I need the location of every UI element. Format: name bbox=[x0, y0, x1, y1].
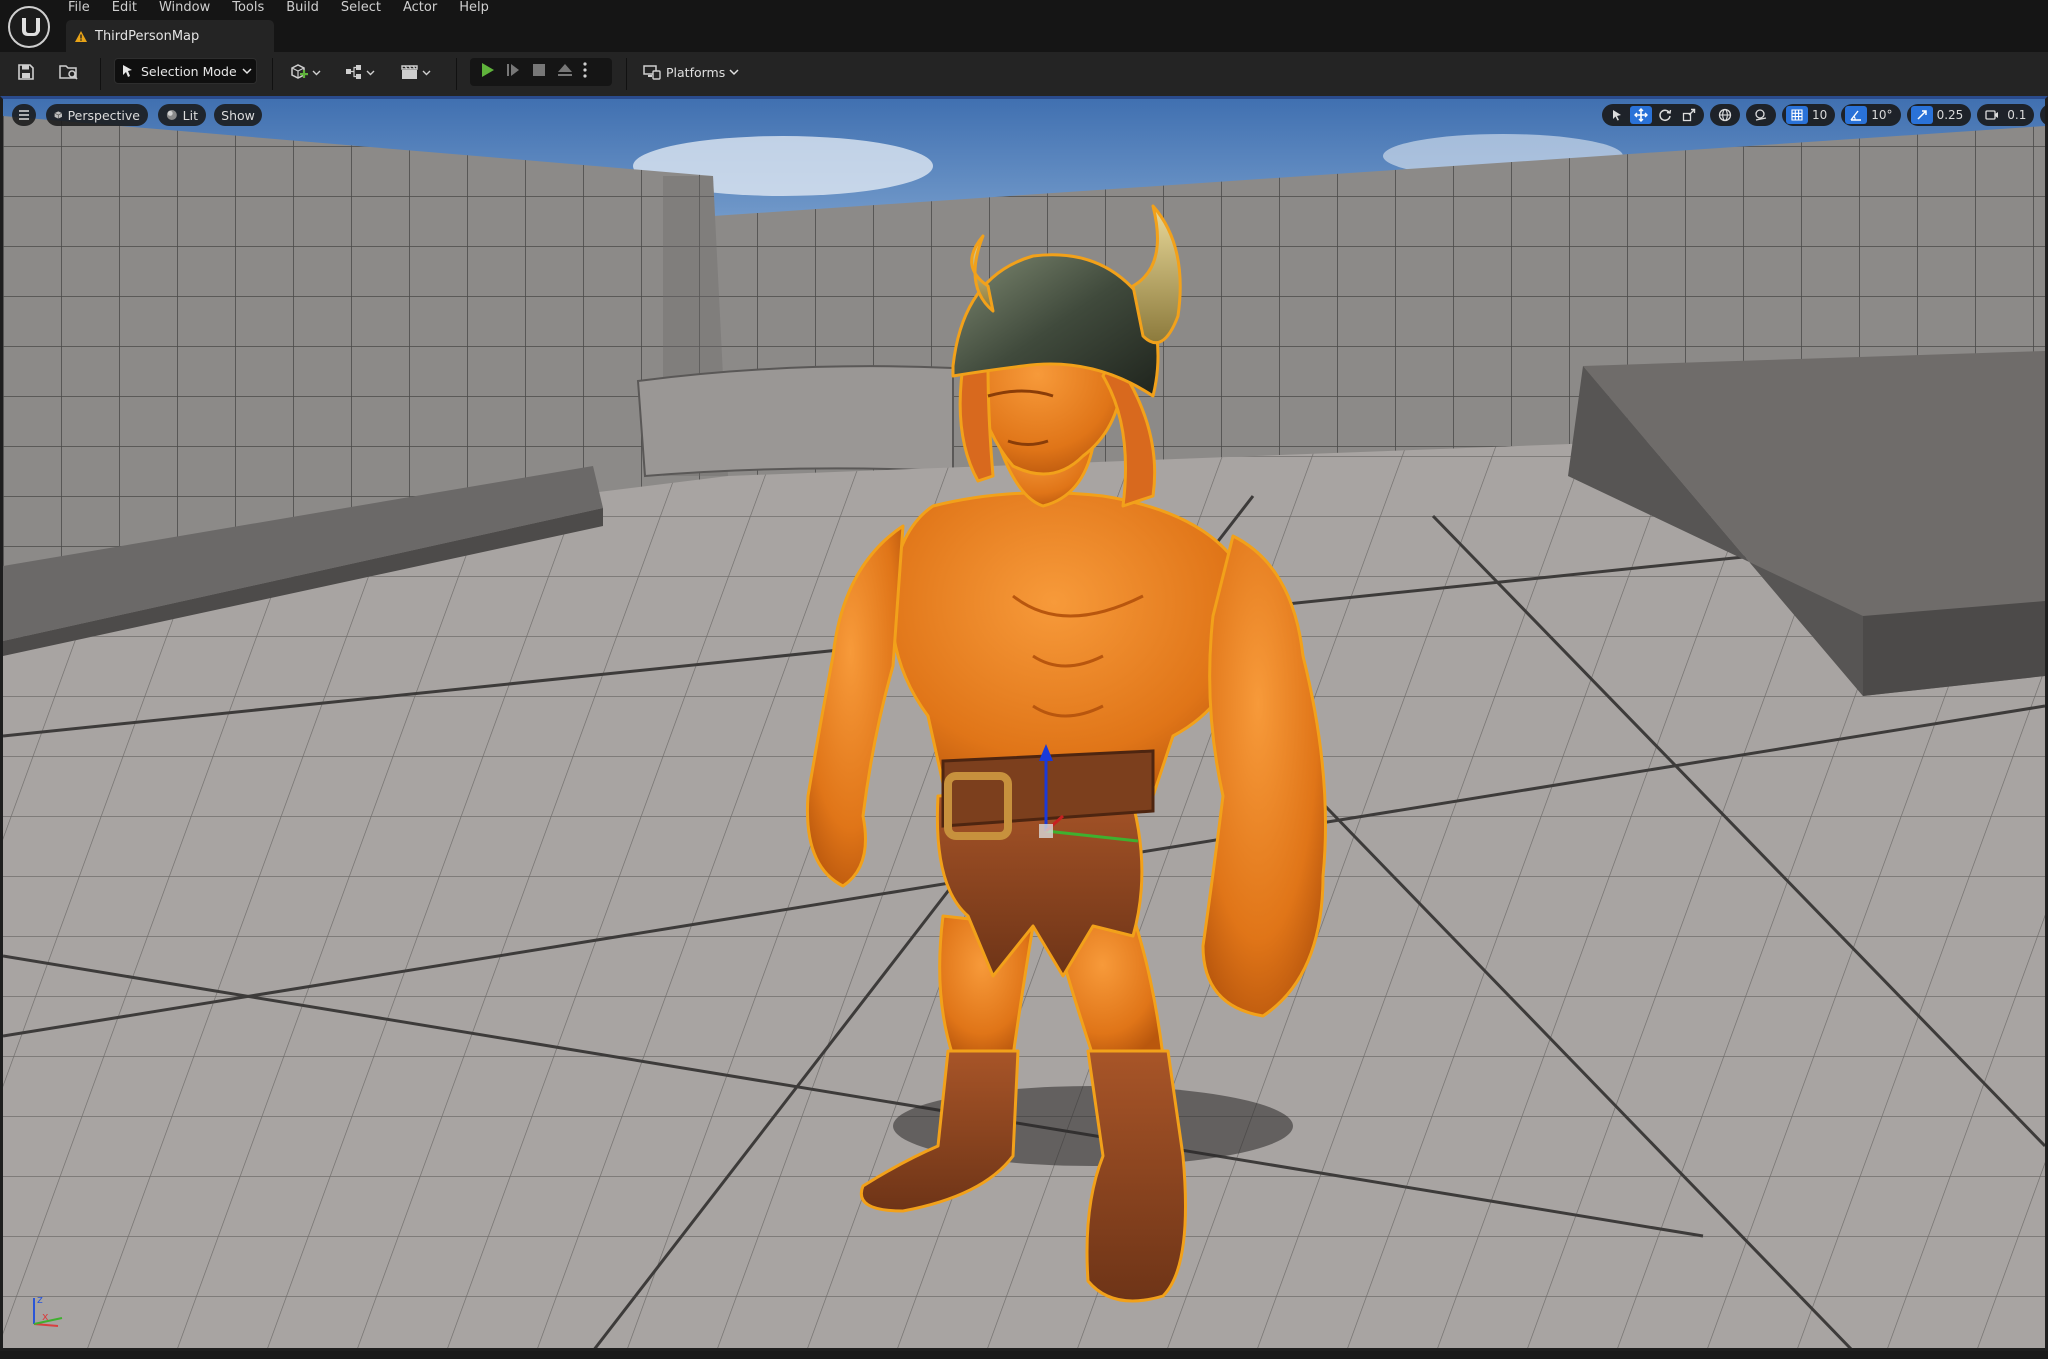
hamburger-icon bbox=[19, 110, 29, 120]
surface-snapping-button[interactable] bbox=[1750, 106, 1772, 124]
world-space-button[interactable] bbox=[1714, 106, 1736, 124]
belt bbox=[941, 749, 1155, 828]
title-bar: File Edit Window Tools Build Select Acto… bbox=[0, 0, 2048, 52]
tab-third-person-map[interactable]: ThirdPersonMap bbox=[66, 20, 274, 52]
cursor-icon bbox=[1613, 110, 1621, 121]
show-label: Show bbox=[221, 107, 255, 123]
perspective-cube-icon bbox=[54, 111, 63, 119]
menu-build[interactable]: Build bbox=[275, 0, 330, 16]
grid-snap-value[interactable]: 10 bbox=[1810, 108, 1831, 122]
cinematics-dropdown[interactable] bbox=[396, 60, 436, 84]
grid-snap-group: 10 bbox=[1782, 104, 1836, 126]
toolbar-separator bbox=[100, 58, 101, 90]
viewport-options-button[interactable] bbox=[12, 104, 36, 126]
tab-label: ThirdPersonMap bbox=[95, 28, 200, 44]
transform-mode-group bbox=[1602, 104, 1704, 126]
eject-icon bbox=[558, 64, 572, 76]
platforms-label: Platforms bbox=[666, 64, 726, 80]
step-forward-icon bbox=[507, 64, 519, 76]
scale-icon bbox=[1682, 108, 1696, 122]
axis-z-label: z bbox=[37, 1293, 43, 1306]
add-actor-dropdown[interactable] bbox=[286, 60, 326, 84]
bottom-strip bbox=[0, 1351, 2048, 1359]
save-icon bbox=[18, 64, 34, 80]
globe-icon bbox=[1718, 108, 1732, 122]
menu-select[interactable]: Select bbox=[330, 0, 392, 16]
toolbar-separator bbox=[626, 58, 627, 90]
selection-mode-label: Selection Mode bbox=[141, 63, 237, 79]
translate-mode-button[interactable] bbox=[1630, 106, 1652, 124]
scale-snap-toggle[interactable] bbox=[1910, 106, 1933, 124]
blueprint-dropdown[interactable] bbox=[340, 60, 380, 84]
level-warning-icon bbox=[75, 27, 87, 46]
scale-snap-value[interactable]: 0.25 bbox=[1935, 108, 1968, 122]
advance-frame-button[interactable] bbox=[504, 61, 522, 83]
menu-edit[interactable]: Edit bbox=[101, 0, 148, 16]
platforms-dropdown[interactable]: Platforms bbox=[638, 58, 742, 86]
menu-bar: File Edit Window Tools Build Select Acto… bbox=[64, 0, 500, 16]
lit-sphere-icon bbox=[166, 110, 177, 120]
clapperboard-icon bbox=[401, 65, 431, 79]
viewport-scene[interactable] bbox=[3, 96, 2045, 1351]
play-controls bbox=[470, 58, 612, 86]
chevron-down-icon bbox=[729, 69, 739, 76]
cursor-select-icon bbox=[123, 65, 132, 77]
chevron-down-icon bbox=[242, 68, 252, 75]
rotation-snap-toggle[interactable] bbox=[1845, 106, 1868, 124]
surface-snap-icon bbox=[1755, 109, 1767, 121]
view-mode-dropdown[interactable]: Perspective bbox=[46, 104, 148, 126]
show-flags-dropdown[interactable]: Show bbox=[214, 104, 262, 126]
rotate-icon bbox=[1659, 109, 1672, 122]
add-cube-icon bbox=[291, 64, 321, 79]
scale-snap-group: 0.25 bbox=[1906, 104, 1972, 126]
rotate-mode-button[interactable] bbox=[1654, 106, 1676, 124]
menu-file[interactable]: File bbox=[64, 0, 101, 16]
move-arrows-icon bbox=[1634, 108, 1648, 122]
scale-mode-button[interactable] bbox=[1678, 106, 1700, 124]
grid-icon bbox=[1791, 109, 1803, 121]
play-options-button[interactable] bbox=[582, 61, 588, 83]
unreal-logo-icon[interactable] bbox=[5, 4, 53, 50]
selection-mode-dropdown[interactable]: Selection Mode bbox=[114, 58, 257, 84]
scale-snap-icon bbox=[1917, 110, 1927, 120]
play-icon bbox=[482, 63, 494, 77]
platforms-icon bbox=[643, 65, 661, 80]
camera-speed-button[interactable] bbox=[1981, 106, 2003, 124]
toolbar-separator bbox=[272, 58, 273, 90]
more-vertical-icon bbox=[583, 62, 587, 78]
viewport-layout-button[interactable] bbox=[2044, 106, 2048, 124]
view-mode-label: Perspective bbox=[67, 107, 140, 123]
axis-x-label: x bbox=[42, 1310, 49, 1323]
menu-window[interactable]: Window bbox=[148, 0, 221, 16]
rotation-snap-value[interactable]: 10° bbox=[1869, 108, 1896, 122]
camera-icon bbox=[1985, 110, 1999, 120]
curved-block bbox=[636, 365, 954, 478]
menu-tools[interactable]: Tools bbox=[221, 0, 275, 16]
menu-help[interactable]: Help bbox=[448, 0, 500, 16]
content-browser-button[interactable] bbox=[56, 60, 82, 84]
camera-speed-group: 0.1 bbox=[1977, 104, 2035, 126]
blueprint-nodes-icon bbox=[346, 65, 375, 79]
save-button[interactable] bbox=[14, 60, 38, 84]
stop-icon bbox=[533, 64, 545, 76]
coordinate-space-group bbox=[1710, 104, 1740, 126]
folder-search-icon bbox=[59, 65, 78, 80]
lighting-mode-dropdown[interactable]: Lit bbox=[158, 104, 206, 126]
surface-snap-group bbox=[1746, 104, 1776, 126]
level-viewport[interactable] bbox=[3, 96, 2045, 1351]
menu-actor[interactable]: Actor bbox=[392, 0, 448, 16]
rotation-snap-group: 10° bbox=[1841, 104, 1901, 126]
layout-group bbox=[2040, 104, 2048, 126]
angle-icon bbox=[1850, 110, 1862, 121]
toolbar-separator bbox=[456, 58, 457, 90]
play-button[interactable] bbox=[478, 61, 496, 83]
grid-snap-toggle[interactable] bbox=[1786, 106, 1808, 124]
axis-gizmo: z x bbox=[33, 1293, 63, 1327]
eject-button[interactable] bbox=[556, 61, 574, 83]
select-mode-button[interactable] bbox=[1606, 106, 1628, 124]
lighting-mode-label: Lit bbox=[182, 107, 198, 123]
stop-button[interactable] bbox=[530, 61, 548, 83]
camera-speed-value[interactable]: 0.1 bbox=[2005, 108, 2030, 122]
viewport-transform-toolbar: 10 10° 0.25 0.1 bbox=[1602, 104, 2048, 126]
